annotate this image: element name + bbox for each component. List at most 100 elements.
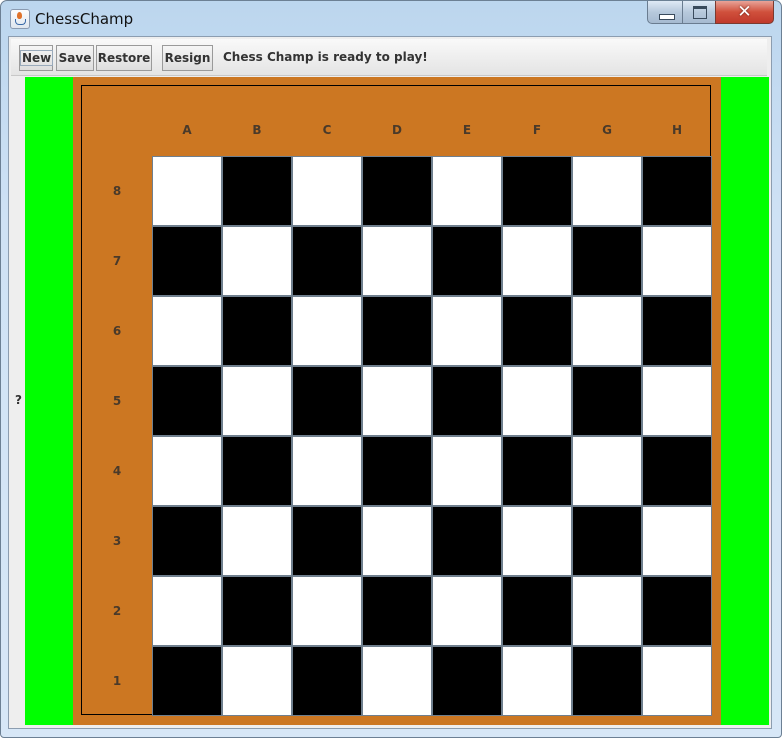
square-e5[interactable] [432,366,502,436]
left-panel [25,77,73,725]
square-g4[interactable] [572,436,642,506]
square-a7[interactable] [152,226,222,296]
square-b2[interactable] [222,576,292,646]
rank-label-6: 6 [112,324,122,338]
square-h4[interactable] [642,436,712,506]
content-pane: New Save Restore Resign Chess Champ is r… [8,36,772,729]
title-bar[interactable]: ChessChamp ✕ [1,1,781,37]
square-b3[interactable] [222,506,292,576]
file-label-b: B [252,123,262,137]
square-c3[interactable] [292,506,362,576]
square-e1[interactable] [432,646,502,716]
rank-label-4: 4 [112,464,122,478]
side-label: ? [15,393,22,407]
rank-label-8: 8 [112,184,122,198]
status-message: Chess Champ is ready to play! [223,50,428,64]
square-f2[interactable] [502,576,572,646]
square-d1[interactable] [362,646,432,716]
square-g3[interactable] [572,506,642,576]
square-a8[interactable] [152,156,222,226]
board-grid [152,156,712,716]
square-f1[interactable] [502,646,572,716]
square-e3[interactable] [432,506,502,576]
square-e4[interactable] [432,436,502,506]
maximize-button[interactable] [682,1,716,24]
square-a5[interactable] [152,366,222,436]
file-label-f: F [532,123,542,137]
square-g8[interactable] [572,156,642,226]
file-label-e: E [462,123,472,137]
square-d6[interactable] [362,296,432,366]
square-e6[interactable] [432,296,502,366]
square-e8[interactable] [432,156,502,226]
square-c5[interactable] [292,366,362,436]
maximize-icon [693,6,707,19]
square-g2[interactable] [572,576,642,646]
close-button[interactable]: ✕ [715,1,774,24]
square-h2[interactable] [642,576,712,646]
square-b6[interactable] [222,296,292,366]
square-e2[interactable] [432,576,502,646]
square-f7[interactable] [502,226,572,296]
square-g7[interactable] [572,226,642,296]
rank-label-2: 2 [112,604,122,618]
square-c4[interactable] [292,436,362,506]
java-app-icon[interactable] [10,9,30,29]
rank-label-3: 3 [112,534,122,548]
square-e7[interactable] [432,226,502,296]
app-window: ChessChamp ✕ New Save Restore Resign Che… [0,0,782,738]
square-a1[interactable] [152,646,222,716]
square-d5[interactable] [362,366,432,436]
square-a4[interactable] [152,436,222,506]
file-label-g: G [602,123,612,137]
minimize-icon [659,14,675,20]
square-c8[interactable] [292,156,362,226]
square-c7[interactable] [292,226,362,296]
square-b8[interactable] [222,156,292,226]
square-h1[interactable] [642,646,712,716]
save-button[interactable]: Save [56,45,94,71]
close-icon: ✕ [737,2,752,22]
square-d3[interactable] [362,506,432,576]
square-b7[interactable] [222,226,292,296]
square-a3[interactable] [152,506,222,576]
square-h6[interactable] [642,296,712,366]
new-button-label: New [20,50,54,66]
square-h5[interactable] [642,366,712,436]
square-f4[interactable] [502,436,572,506]
file-label-d: D [392,123,402,137]
square-f3[interactable] [502,506,572,576]
board-border: A B C D E F G H 8 7 6 5 4 3 2 1 [73,77,721,725]
square-a2[interactable] [152,576,222,646]
square-g1[interactable] [572,646,642,716]
square-c1[interactable] [292,646,362,716]
square-f6[interactable] [502,296,572,366]
square-d2[interactable] [362,576,432,646]
square-g5[interactable] [572,366,642,436]
square-d4[interactable] [362,436,432,506]
square-f8[interactable] [502,156,572,226]
square-b5[interactable] [222,366,292,436]
square-d7[interactable] [362,226,432,296]
new-game-button[interactable]: New [19,45,54,71]
flame-shape [17,12,22,19]
file-label-a: A [182,123,192,137]
chess-board: A B C D E F G H 8 7 6 5 4 3 2 1 [81,85,712,716]
square-h7[interactable] [642,226,712,296]
restore-button[interactable]: Restore [96,45,152,71]
square-b1[interactable] [222,646,292,716]
square-h8[interactable] [642,156,712,226]
square-a6[interactable] [152,296,222,366]
minimize-button[interactable] [647,1,683,24]
resign-button[interactable]: Resign [162,45,213,71]
square-c2[interactable] [292,576,362,646]
rank-label-1: 1 [112,674,122,688]
square-c6[interactable] [292,296,362,366]
square-b4[interactable] [222,436,292,506]
square-g6[interactable] [572,296,642,366]
square-h3[interactable] [642,506,712,576]
file-label-c: C [322,123,332,137]
square-f5[interactable] [502,366,572,436]
toolbar: New Save Restore Resign Chess Champ is r… [11,39,767,76]
square-d8[interactable] [362,156,432,226]
